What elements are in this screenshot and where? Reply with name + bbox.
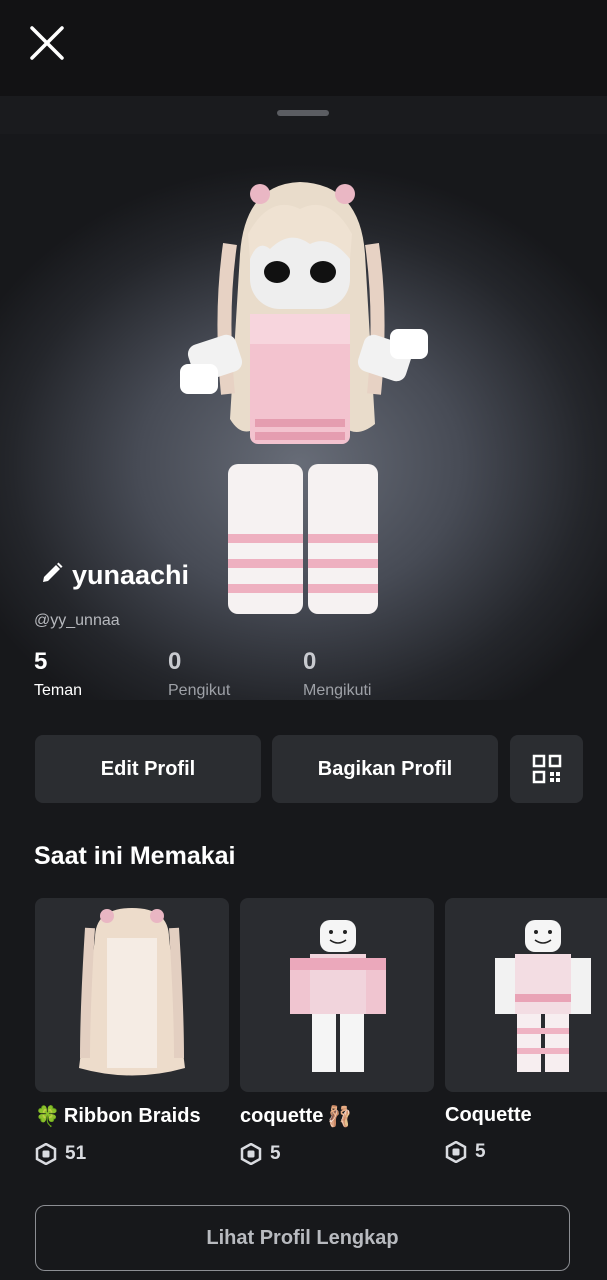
share-profile-button[interactable]: Bagikan Profil [272, 735, 498, 803]
avatar-hero: yunaachi @yy_unnaa [0, 134, 607, 700]
item-thumbnail [240, 898, 434, 1092]
avatar-image [180, 182, 428, 614]
robux-icon [445, 1141, 467, 1163]
display-name-row[interactable]: yunaachi [40, 560, 189, 591]
wearing-item[interactable]: Coquette 5 [445, 898, 607, 1163]
item-thumbnail [35, 898, 229, 1092]
stat-followers[interactable]: 0 Pengikut [168, 648, 230, 700]
item-name: 🍀 Ribbon Braids [35, 1104, 229, 1129]
item-name: Coquette [445, 1104, 607, 1127]
stat-value: 0 [168, 648, 182, 675]
edit-profile-button[interactable]: Edit Profil [35, 735, 261, 803]
view-full-profile-button[interactable]: Lihat Profil Lengkap [35, 1205, 570, 1271]
robux-icon [240, 1143, 262, 1165]
item-price: 5 [240, 1143, 434, 1165]
stat-value: 5 [34, 648, 48, 675]
qr-code-icon [532, 754, 561, 784]
display-name: yunaachi [72, 560, 190, 590]
ballet-shoes-emoji: 🩰 [327, 1106, 353, 1128]
stat-friends[interactable]: 5 Teman [34, 648, 82, 700]
profile-stats: 5 Teman 0 Pengikut 0 Mengikuti [0, 648, 607, 708]
item-name: coquette 🩰 [240, 1104, 434, 1129]
qr-code-button[interactable] [510, 735, 583, 803]
item-name-text: Coquette [445, 1104, 532, 1126]
item-name-text: coquette [240, 1105, 324, 1127]
wearing-item[interactable]: 🍀 Ribbon Braids 51 [35, 898, 229, 1165]
sheet-header [0, 96, 607, 134]
stat-label: Teman [34, 682, 83, 699]
username: @yy_unnaa [34, 612, 120, 629]
pencil-icon[interactable] [40, 561, 64, 590]
stat-value: 0 [303, 648, 317, 675]
clover-emoji: 🍀 [35, 1106, 60, 1128]
top-bar [0, 0, 607, 96]
currently-wearing-title: Saat ini Memakai [34, 842, 236, 870]
stat-label: Mengikuti [303, 682, 372, 699]
price-value: 5 [270, 1143, 281, 1164]
item-thumbnail [445, 898, 607, 1092]
stat-label: Pengikut [168, 682, 231, 699]
robux-icon [35, 1143, 57, 1165]
price-value: 51 [65, 1143, 87, 1164]
stat-following[interactable]: 0 Mengikuti [303, 648, 371, 700]
item-price: 51 [35, 1143, 229, 1165]
item-name-text: Ribbon Braids [63, 1105, 201, 1127]
price-value: 5 [475, 1141, 486, 1162]
close-icon[interactable] [24, 20, 70, 66]
drag-handle[interactable] [277, 110, 329, 116]
item-price: 5 [445, 1141, 607, 1163]
wearing-item[interactable]: coquette 🩰 5 [240, 898, 434, 1165]
